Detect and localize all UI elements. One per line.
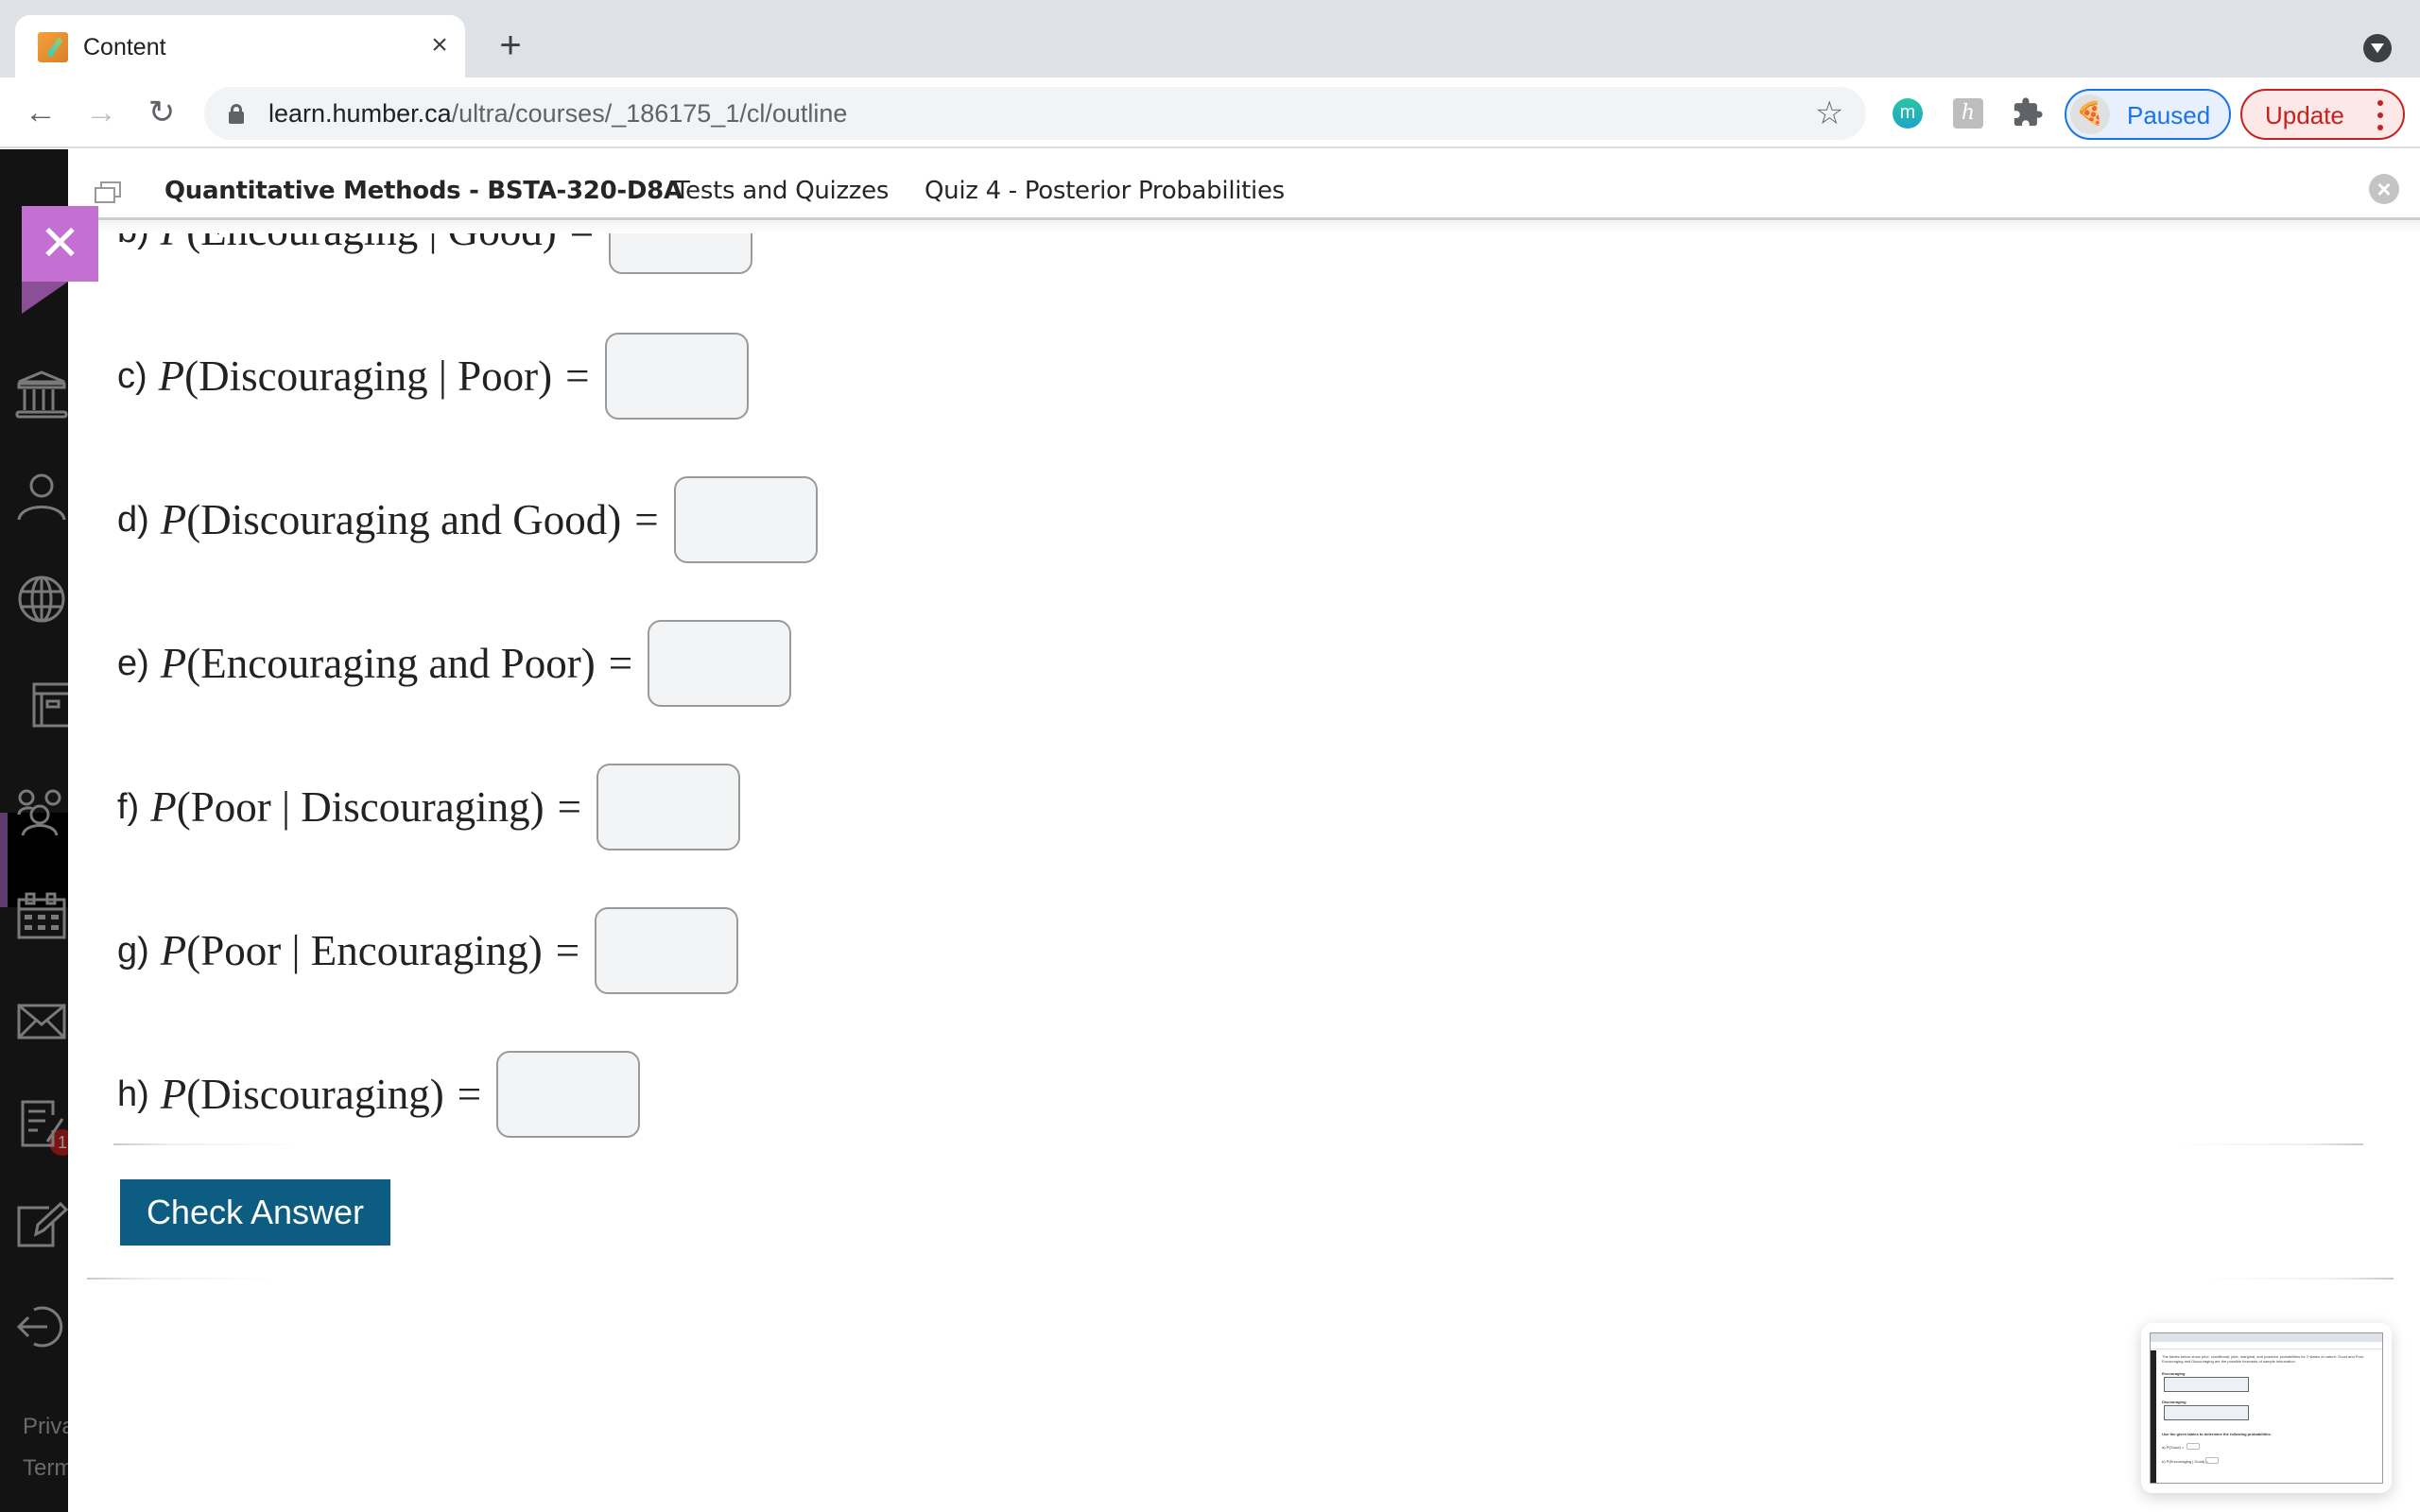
header-shadow — [68, 220, 2420, 233]
grades-icon[interactable] — [15, 1096, 68, 1149]
sidebar: 1 Privacy Terms — [0, 149, 97, 1512]
answer-input-h[interactable] — [496, 1051, 641, 1138]
close-tab-fold — [22, 282, 68, 314]
new-tab-button[interactable]: + — [492, 26, 529, 64]
update-button[interactable]: Update — [2240, 89, 2405, 140]
address-bar[interactable]: learn.humber.ca/ultra/courses/_186175_1/… — [204, 87, 1866, 140]
extensions-puzzle-icon[interactable] — [2012, 96, 2044, 129]
tab-search-icon[interactable] — [2363, 34, 2392, 62]
question-f: f) P(Poor | Discouraging) = — [117, 764, 741, 850]
browser-tab[interactable]: Content × — [15, 15, 465, 77]
mail-icon[interactable] — [15, 994, 68, 1047]
thumbnail-table2 — [2164, 1405, 2249, 1420]
extension-h-icon[interactable]: h — [1953, 98, 1983, 129]
url-text[interactable]: learn.humber.ca/ultra/courses/_186175_1/… — [268, 98, 847, 129]
check-answer-button[interactable]: Check Answer — [120, 1179, 390, 1246]
browser-toolbar: ← → ↻ learn.humber.ca/ultra/courses/_186… — [0, 77, 2420, 148]
equals-sign: = — [557, 783, 582, 831]
question-expression: P(Encouraging and Poor) — [160, 640, 596, 687]
url-host: learn.humber.ca — [268, 99, 452, 128]
question-e: e) P(Encouraging and Poor) = — [117, 620, 792, 707]
thumbnail-input — [2205, 1457, 2219, 1464]
thumbnail-image: The tables below show prior, conditional… — [2150, 1332, 2383, 1484]
equals-sign: = — [608, 640, 633, 687]
equals-sign: = — [634, 496, 659, 543]
thumbnail-question-a: a) P(Good) = — [2162, 1445, 2185, 1450]
tab-title: Content — [83, 34, 166, 60]
extension-m-icon[interactable]: m — [1893, 98, 1923, 129]
question-letter: d) — [117, 499, 149, 540]
pencil-icon — [38, 32, 68, 62]
thumbnail-tabstrip — [2151, 1333, 2382, 1342]
close-icon: ✕ — [39, 216, 81, 271]
answer-input-f[interactable] — [596, 764, 741, 850]
question-expression: P(Poor | Discouraging) — [150, 783, 544, 831]
thumbnail-table1-title: Encouraging — [2162, 1371, 2186, 1376]
lock-icon[interactable] — [229, 104, 244, 124]
question-letter: e) — [117, 643, 149, 683]
avatar: 🍕 — [2070, 94, 2110, 134]
question-expression: P(Discouraging and Good) — [160, 496, 622, 543]
answer-input-g[interactable] — [595, 907, 739, 994]
new-window-icon[interactable] — [95, 181, 121, 204]
equals-sign: = — [457, 1071, 482, 1118]
calendar-icon[interactable] — [15, 890, 68, 943]
question-letter: f) — [117, 786, 140, 827]
answer-input-e[interactable] — [648, 620, 792, 707]
question-letter: h) — [117, 1074, 149, 1114]
bookmark-star-icon[interactable]: ☆ — [1815, 94, 1843, 132]
equals-sign: = — [565, 352, 590, 400]
active-indicator — [0, 813, 8, 907]
question-c: c) P(Discouraging | Poor) = — [117, 333, 749, 420]
forward-button[interactable]: → — [79, 91, 123, 134]
thumbnail-toolbar — [2151, 1342, 2382, 1349]
close-circle-icon[interactable]: × — [2369, 174, 2399, 204]
question-expression: P(Discouraging | Poor) — [158, 352, 553, 400]
close-panel-button[interactable]: ✕ — [22, 206, 98, 282]
answer-input-c[interactable] — [604, 333, 749, 420]
institution-icon[interactable] — [15, 369, 68, 421]
globe-icon[interactable] — [15, 573, 68, 626]
thumbnail-sidebar — [2151, 1350, 2156, 1483]
divider — [113, 1143, 2363, 1145]
courses-icon[interactable] — [15, 679, 68, 731]
question-g: g) P(Poor | Encouraging) = — [117, 907, 739, 994]
url-path: /ultra/courses/_186175_1/cl/outline — [451, 99, 848, 128]
edit-icon[interactable] — [15, 1198, 68, 1251]
divider — [87, 1278, 2394, 1280]
person-icon[interactable] — [15, 471, 68, 524]
thumbnail-question-b: b) P(Encouraging | Good) = — [2162, 1459, 2208, 1464]
thumbnail-input — [2187, 1443, 2200, 1450]
screenshot-thumbnail[interactable]: The tables below show prior, conditional… — [2141, 1323, 2392, 1493]
update-label: Update — [2265, 101, 2344, 129]
thumbnail-table1 — [2164, 1377, 2249, 1392]
question-expression: P(Discouraging) — [160, 1071, 444, 1118]
profile-paused-button[interactable]: 🍕 Paused — [2065, 89, 2231, 140]
reload-button[interactable]: ↻ — [140, 91, 183, 134]
thumbnail-instruction: Use the given tables to determine the fo… — [2162, 1432, 2272, 1436]
thumbnail-table2-title: Discouraging — [2162, 1400, 2187, 1404]
groups-icon[interactable] — [15, 788, 68, 841]
equals-sign: = — [555, 927, 580, 974]
kebab-menu-icon[interactable] — [2375, 98, 2386, 132]
question-letter: c) — [117, 355, 147, 396]
profile-status-label: Paused — [2127, 101, 2211, 129]
tab-strip: Content × + — [0, 0, 2420, 77]
question-letter: g) — [117, 930, 149, 971]
sign-out-icon[interactable] — [15, 1300, 68, 1353]
question-d: d) P(Discouraging and Good) = — [117, 476, 818, 563]
content-panel: Quantitative Methods - BSTA-320-D8A Test… — [68, 149, 2420, 1512]
breadcrumb-course[interactable]: Quantitative Methods - BSTA-320-D8A — [164, 176, 683, 206]
panel-header: Quantitative Methods - BSTA-320-D8A Test… — [68, 149, 2420, 220]
breadcrumb-tests-and-quizzes[interactable]: Tests and Quizzes — [675, 176, 889, 206]
question-h: h) P(Discouraging) = — [117, 1051, 641, 1138]
thumbnail-intro: The tables below show prior, conditional… — [2162, 1354, 2365, 1364]
question-expression: P(Poor | Encouraging) — [160, 927, 543, 974]
back-button[interactable]: ← — [19, 91, 62, 134]
tab-close-icon[interactable]: × — [424, 28, 456, 62]
answer-input-d[interactable] — [673, 476, 818, 563]
breadcrumb-quiz[interactable]: Quiz 4 - Posterior Probabilities — [925, 176, 1285, 206]
